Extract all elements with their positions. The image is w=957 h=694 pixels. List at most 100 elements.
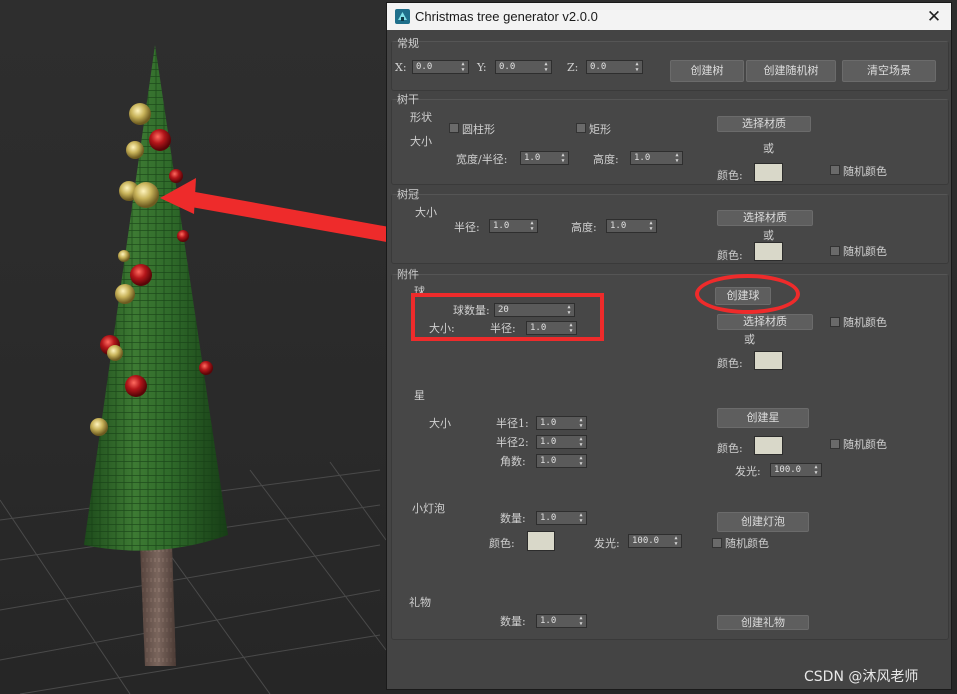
ball-random-color-checkbox[interactable] (830, 317, 840, 327)
star-random-color-label: 随机颜色 (843, 438, 887, 451)
gift-label: 礼物 (409, 596, 431, 609)
bulb-glow-value: 100.0 (632, 536, 660, 546)
watermark: CSDN @沐风老师 (804, 669, 919, 685)
bulb-color-label: 颜色: (489, 537, 515, 550)
spinner-arrows-icon[interactable]: ▲ ▼ (672, 535, 680, 547)
spinner-arrows-icon[interactable]: ▲ ▼ (633, 61, 641, 73)
crown-section-label: 树冠 (397, 188, 419, 201)
star-size-label: 大小 (429, 417, 451, 430)
spinner-arrows-icon[interactable]: ▲ ▼ (577, 436, 585, 448)
cylinder-checkbox[interactable] (449, 123, 459, 133)
spinner-arrows-icon[interactable]: ▲ ▼ (577, 455, 585, 467)
star-radius1-label: 半径1: (496, 417, 529, 430)
trunk-size-label: 大小 (410, 135, 432, 148)
ball-random-color-label: 随机颜色 (843, 316, 887, 329)
trunk-height-spinner[interactable]: 1.0 ▲ ▼ (630, 151, 683, 165)
create-ball-highlight (695, 274, 800, 314)
spinner-arrows-icon[interactable]: ▲ ▼ (577, 512, 585, 524)
y-label: Y: (477, 61, 487, 74)
trunk-width-spinner[interactable]: 1.0 ▲ ▼ (520, 151, 569, 165)
x-value: 0.0 (416, 62, 433, 72)
crown-radius-spinner[interactable]: 1.0 ▲ ▼ (489, 219, 538, 233)
star-points-label: 角数: (500, 455, 526, 468)
spinner-arrows-icon[interactable]: ▲ ▼ (528, 220, 536, 232)
trunk-or-label: 或 (763, 142, 774, 155)
bulb-count-value: 1.0 (540, 513, 557, 523)
generator-dialog: Christmas tree generator v2.0.0 ✕ 常规 X: … (386, 2, 952, 690)
star-points-spinner[interactable]: 1.0 ▲ ▼ (536, 454, 587, 468)
bulb-glow-label: 发光: (594, 537, 620, 550)
create-bulb-button[interactable]: 创建灯泡 (717, 512, 809, 532)
bulb-count-label: 数量: (500, 512, 526, 525)
crown-size-label: 大小 (415, 206, 437, 219)
trunk-random-color-checkbox[interactable] (830, 165, 840, 175)
title-bar: Christmas tree generator v2.0.0 ✕ (387, 3, 951, 30)
rect-checkbox[interactable] (576, 123, 586, 133)
create-tree-button[interactable]: 创建树 (670, 60, 744, 82)
trunk-random-color-label: 随机颜色 (843, 165, 887, 178)
crown-radius-value: 1.0 (493, 221, 510, 231)
spinner-arrows-icon[interactable]: ▲ ▼ (577, 417, 585, 429)
spinner-arrows-icon[interactable]: ▲ ▼ (673, 152, 681, 164)
crown-radius-label: 半径: (454, 221, 480, 234)
ball-color-label: 颜色: (717, 357, 743, 370)
crown-height-spinner[interactable]: 1.0 ▲ ▼ (606, 219, 657, 233)
bulb-random-color-checkbox[interactable] (712, 538, 722, 548)
star-label: 星 (414, 389, 425, 402)
star-radius1-spinner[interactable]: 1.0 ▲ ▼ (536, 416, 587, 430)
window-title: Christmas tree generator v2.0.0 (415, 9, 598, 24)
trunk-width-value: 1.0 (524, 153, 541, 163)
crown-height-value: 1.0 (610, 221, 627, 231)
trunk-color-label: 颜色: (717, 169, 743, 182)
bulb-label: 小灯泡 (412, 502, 445, 515)
create-gift-button[interactable]: 创建礼物 (717, 615, 809, 630)
spinner-arrows-icon[interactable]: ▲ ▼ (559, 152, 567, 164)
star-color-swatch[interactable] (754, 436, 783, 455)
ball-color-swatch[interactable] (754, 351, 783, 370)
crown-select-material-button[interactable]: 选择材质 (717, 210, 813, 226)
gift-count-spinner[interactable]: 1.0 ▲ ▼ (536, 614, 587, 628)
bulb-color-swatch[interactable] (527, 531, 555, 551)
y-value: 0.0 (499, 62, 516, 72)
trunk-section-label: 树干 (397, 93, 419, 106)
z-spinner[interactable]: 0.0 ▲ ▼ (586, 60, 643, 74)
crown-random-color-label: 随机颜色 (843, 245, 887, 258)
star-radius2-spinner[interactable]: 1.0 ▲ ▼ (536, 435, 587, 449)
star-glow-spinner[interactable]: 100.0 ▲ ▼ (770, 463, 822, 477)
clear-scene-button[interactable]: 清空场景 (842, 60, 936, 82)
spinner-arrows-icon[interactable]: ▲ ▼ (647, 220, 655, 232)
spinner-arrows-icon[interactable]: ▲ ▼ (577, 615, 585, 627)
trunk-select-material-button[interactable]: 选择材质 (717, 116, 811, 132)
spinner-arrows-icon[interactable]: ▲ ▼ (542, 61, 550, 73)
x-spinner[interactable]: 0.0 ▲ ▼ (412, 60, 469, 74)
y-spinner[interactable]: 0.0 ▲ ▼ (495, 60, 552, 74)
spinner-arrows-icon[interactable]: ▲ ▼ (459, 61, 467, 73)
bulb-glow-spinner[interactable]: 100.0 ▲ ▼ (628, 534, 682, 548)
star-radius2-value: 1.0 (540, 437, 557, 447)
trunk-height-label: 高度: (593, 153, 619, 166)
bulb-random-color-label: 随机颜色 (725, 537, 769, 550)
x-label: X: (395, 61, 407, 74)
tree-crown (84, 45, 228, 551)
spinner-arrows-icon[interactable]: ▲ ▼ (812, 464, 820, 476)
attachments-section-label: 附件 (397, 268, 419, 281)
ball-or-label: 或 (744, 333, 755, 346)
crown-color-swatch[interactable] (754, 242, 783, 261)
rect-label: 矩形 (589, 123, 611, 136)
max-script-icon (395, 9, 410, 24)
create-star-button[interactable]: 创建星 (717, 408, 809, 428)
create-random-tree-button[interactable]: 创建随机树 (746, 60, 836, 82)
bulb-count-spinner[interactable]: 1.0 ▲ ▼ (536, 511, 587, 525)
star-radius2-label: 半径2: (496, 436, 529, 449)
gift-count-label: 数量: (500, 615, 526, 628)
cylinder-label: 圆柱形 (462, 123, 495, 136)
crown-height-label: 高度: (571, 221, 597, 234)
z-value: 0.0 (590, 62, 607, 72)
star-random-color-checkbox[interactable] (830, 439, 840, 449)
star-glow-label: 发光: (735, 465, 761, 478)
trunk-color-swatch[interactable] (754, 163, 783, 182)
close-icon[interactable]: ✕ (917, 3, 951, 30)
star-points-value: 1.0 (540, 456, 557, 466)
crown-random-color-checkbox[interactable] (830, 246, 840, 256)
ball-select-material-button[interactable]: 选择材质 (717, 314, 813, 330)
